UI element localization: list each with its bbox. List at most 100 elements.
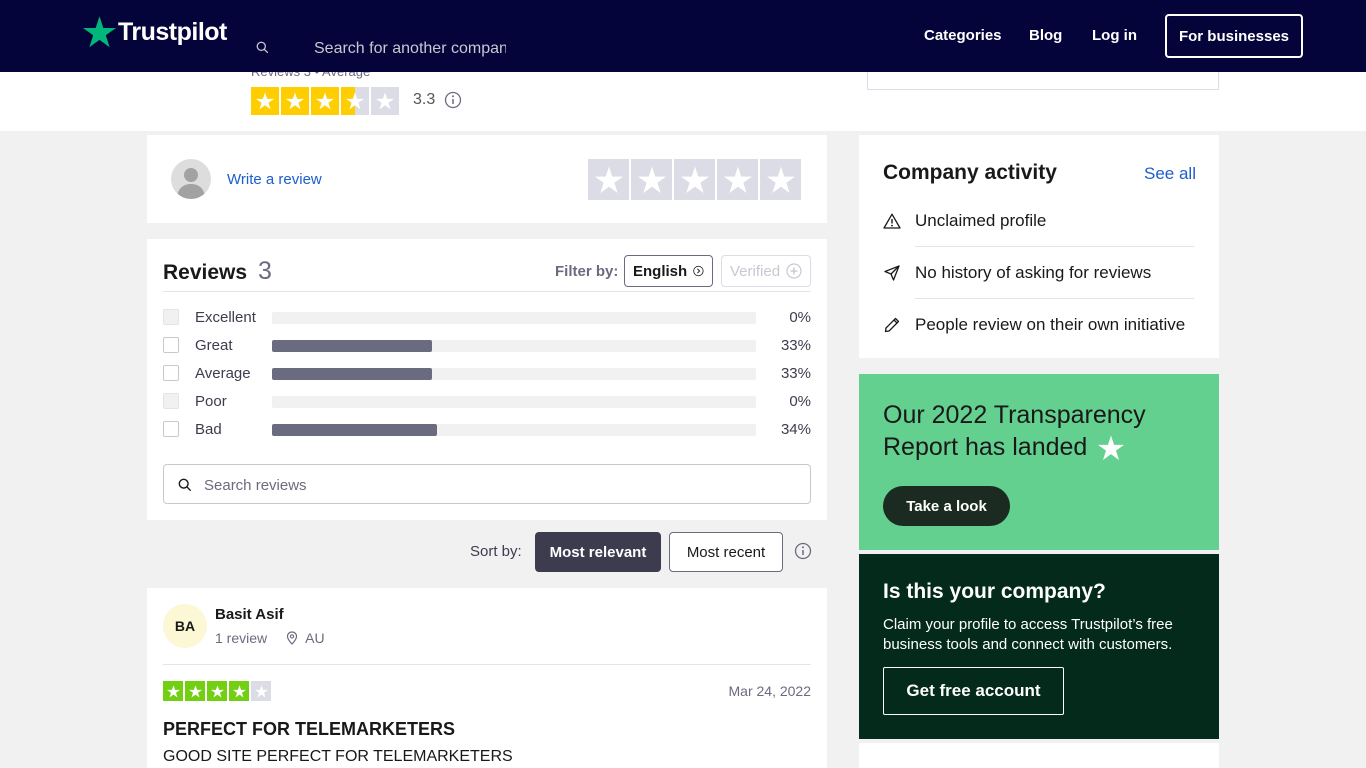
rating-percent: 33%: [780, 337, 811, 354]
transparency-report-heading: Our 2022 Transparency Report has landed: [883, 399, 1183, 463]
sort-most-recent-button[interactable]: Most recent: [669, 532, 783, 572]
search-reviews-box[interactable]: [163, 464, 811, 504]
activity-label: No history of asking for reviews: [915, 263, 1152, 282]
review-star-rating: [163, 681, 271, 701]
see-all-link[interactable]: See all: [1144, 164, 1196, 184]
rate-star-3[interactable]: [674, 159, 715, 200]
rating-bar-fill: [272, 340, 432, 352]
filter-verified-label: Verified: [730, 262, 781, 280]
activity-label: Unclaimed profile: [915, 211, 1047, 230]
summary-star-rating: [251, 87, 399, 115]
filter-english-button[interactable]: English: [624, 255, 713, 287]
reviewer-avatar[interactable]: BA: [163, 604, 207, 648]
rate-star-2[interactable]: [631, 159, 672, 200]
filter-verified-button[interactable]: Verified: [721, 255, 811, 287]
rating-filter-checkbox[interactable]: [163, 337, 179, 353]
rating-filter-row-great[interactable]: Great 33%: [163, 337, 811, 355]
sort-most-relevant-button[interactable]: Most relevant: [535, 532, 661, 572]
rating-bar-track: [272, 312, 756, 324]
filter-english-label: English: [633, 262, 688, 280]
write-review-stars[interactable]: [588, 159, 801, 200]
review-body: GOOD SITE PERFECT FOR TELEMARKETERS: [163, 748, 513, 765]
reviewer-review-count: 1 review: [215, 630, 268, 646]
rate-star-4[interactable]: [717, 159, 758, 200]
rating-filter-label: Poor: [195, 393, 227, 410]
plus-circle-icon: [786, 263, 802, 279]
star-icon: [251, 87, 279, 115]
divider: [163, 291, 811, 292]
rating-filter-label: Average: [195, 365, 251, 382]
empty-star-icon: [251, 681, 271, 701]
star-icon: [281, 87, 309, 115]
reviews-heading: Reviews: [163, 261, 248, 284]
sparkle-star-icon: [1098, 435, 1125, 461]
rating-filter-label: Bad: [195, 421, 222, 438]
write-review-link[interactable]: Write a review: [227, 171, 322, 188]
company-activity-heading: Company activity: [883, 161, 1057, 184]
claim-company-text: Claim your profile to access Trustpilot’…: [883, 616, 1173, 653]
reviewer-country: AU: [305, 630, 325, 646]
rating-filter-row-poor[interactable]: Poor 0%: [163, 393, 811, 411]
rating-bar-fill: [272, 424, 437, 436]
rating-percent: 0%: [789, 393, 811, 410]
reviewer-meta: 1 review AU: [215, 630, 325, 646]
rate-star-1[interactable]: [588, 159, 629, 200]
trustpilot-logo[interactable]: Trustpilot: [83, 16, 227, 48]
nav-login[interactable]: Log in: [1092, 27, 1137, 44]
rating-filter-checkbox[interactable]: [163, 365, 179, 381]
star-icon: [163, 681, 183, 701]
claim-company-heading: Is this your company?: [883, 580, 1106, 603]
next-sidebar-card: [859, 743, 1219, 768]
reviewer-name[interactable]: Basit Asif: [215, 606, 284, 623]
trustpilot-star-icon: [83, 16, 116, 48]
divider: [163, 664, 811, 665]
top-navigation-bar: Trustpilot Categories Blog Log in For bu…: [0, 0, 1366, 72]
activity-unclaimed-profile: Unclaimed profile: [883, 195, 1194, 247]
review-date: Mar 24, 2022: [728, 683, 812, 699]
rating-filter-row-average[interactable]: Average 33%: [163, 365, 811, 383]
half-star-icon: [341, 87, 369, 115]
rating-filter-checkbox[interactable]: [163, 421, 179, 437]
logo-text: Trustpilot: [118, 17, 227, 46]
location-pin-icon: [287, 631, 298, 645]
empty-star-icon: [371, 87, 399, 115]
get-free-account-button[interactable]: Get free account: [883, 667, 1064, 715]
star-icon: [229, 681, 249, 701]
rating-bar-track: [272, 340, 756, 352]
rating-bar-track: [272, 424, 756, 436]
star-icon: [185, 681, 205, 701]
rating-filter-checkbox[interactable]: [163, 393, 179, 409]
nav-blog[interactable]: Blog: [1029, 27, 1062, 44]
search-reviews-input[interactable]: [204, 475, 794, 495]
trustscore-value: 3.3: [413, 91, 436, 108]
rating-bar-track: [272, 396, 756, 408]
rating-filter-label: Excellent: [195, 309, 256, 326]
search-icon: [178, 478, 192, 492]
star-icon: [311, 87, 339, 115]
star-icon: [207, 681, 227, 701]
info-icon[interactable]: [794, 542, 812, 560]
activity-no-invitations: No history of asking for reviews: [883, 247, 1194, 299]
take-a-look-button[interactable]: Take a look: [883, 486, 1010, 526]
chevron-right-circle-icon: [693, 265, 704, 277]
activity-organic-reviews: People review on their own initiative: [883, 299, 1194, 351]
filter-label: Filter by:: [555, 263, 619, 280]
for-businesses-button[interactable]: For businesses: [1165, 14, 1303, 58]
rating-percent: 0%: [789, 309, 811, 326]
rating-filter-row-bad[interactable]: Bad 34%: [163, 421, 811, 439]
review-title[interactable]: PERFECT FOR TELEMARKETERS: [163, 719, 455, 740]
company-search-input[interactable]: [314, 38, 506, 60]
warning-icon: [883, 213, 901, 229]
info-icon[interactable]: [444, 91, 462, 109]
nav-categories[interactable]: Categories: [924, 27, 1002, 44]
pencil-icon: [884, 317, 900, 333]
rating-filter-row-excellent[interactable]: Excellent 0%: [163, 309, 811, 327]
activity-label: People review on their own initiative: [915, 315, 1186, 334]
rating-bar-track: [272, 368, 756, 380]
rate-star-5[interactable]: [760, 159, 801, 200]
rating-percent: 33%: [780, 365, 811, 382]
rating-filter-label: Great: [195, 337, 233, 354]
reviews-count: 3: [258, 257, 272, 285]
rating-filter-checkbox[interactable]: [163, 309, 179, 325]
rating-percent: 34%: [780, 421, 811, 438]
